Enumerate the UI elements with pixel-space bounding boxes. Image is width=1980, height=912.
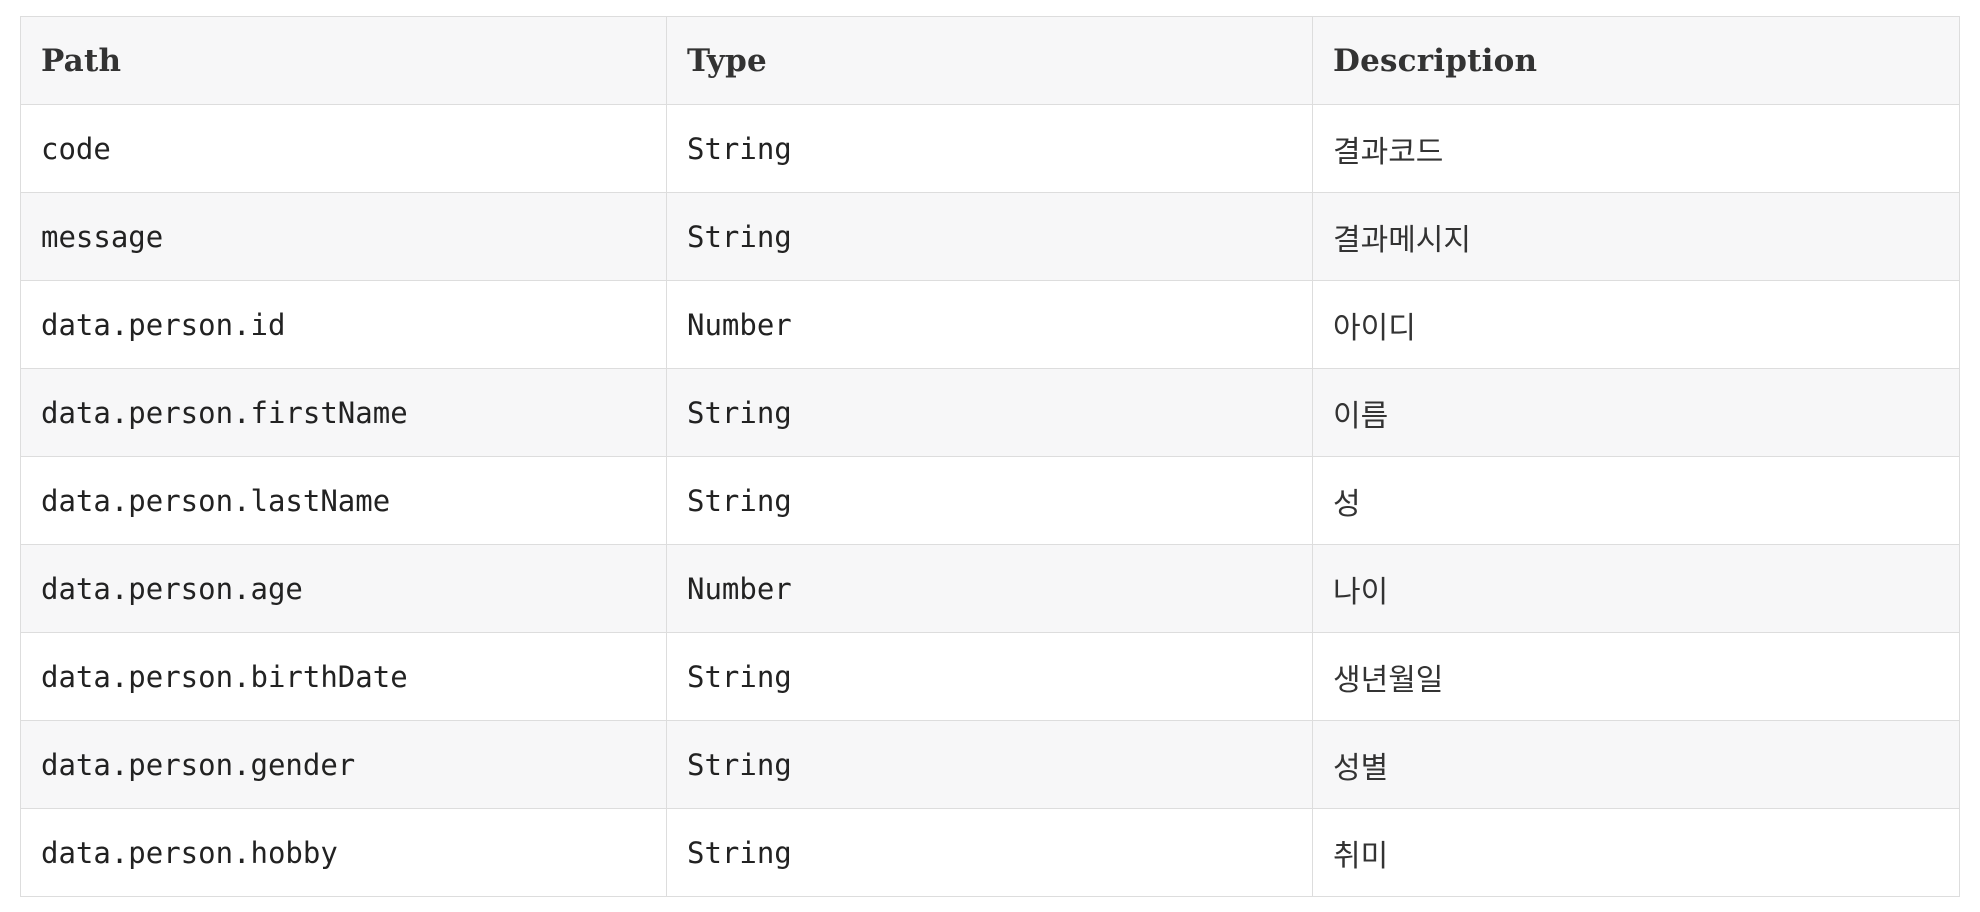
cell-type: String [666, 192, 1313, 281]
table-row: code String 결과코드 [20, 104, 1960, 193]
cell-description: 결과코드 [1312, 104, 1960, 193]
table-row: data.person.gender String 성별 [20, 720, 1960, 809]
header-path: Path [20, 16, 667, 105]
table-body: code String 결과코드 message String 결과메시지 da… [20, 104, 1960, 897]
cell-type: Number [666, 280, 1313, 369]
cell-path: data.person.firstName [20, 368, 667, 457]
table-row: data.person.age Number 나이 [20, 544, 1960, 633]
table-header: Path Type Description [20, 16, 1960, 105]
cell-path: data.person.lastName [20, 456, 667, 545]
header-row: Path Type Description [20, 16, 1960, 105]
cell-type: String [666, 368, 1313, 457]
cell-path: data.person.gender [20, 720, 667, 809]
cell-type: String [666, 104, 1313, 193]
cell-path: message [20, 192, 667, 281]
cell-path: code [20, 104, 667, 193]
cell-description: 취미 [1312, 808, 1960, 897]
cell-path: data.person.hobby [20, 808, 667, 897]
cell-description: 성 [1312, 456, 1960, 545]
cell-description: 성별 [1312, 720, 1960, 809]
cell-description: 아이디 [1312, 280, 1960, 369]
table-row: data.person.birthDate String 생년월일 [20, 632, 1960, 721]
cell-type: Number [666, 544, 1313, 633]
cell-description: 나이 [1312, 544, 1960, 633]
cell-type: String [666, 720, 1313, 809]
response-fields-table: Path Type Description code String 결과코드 m… [20, 16, 1960, 897]
cell-path: data.person.id [20, 280, 667, 369]
cell-description: 결과메시지 [1312, 192, 1960, 281]
table-row: data.person.lastName String 성 [20, 456, 1960, 545]
cell-path: data.person.age [20, 544, 667, 633]
cell-type: String [666, 456, 1313, 545]
cell-type: String [666, 632, 1313, 721]
cell-description: 이름 [1312, 368, 1960, 457]
cell-type: String [666, 808, 1313, 897]
table-row: message String 결과메시지 [20, 192, 1960, 281]
fields-table-container: Path Type Description code String 결과코드 m… [20, 16, 1960, 897]
table-row: data.person.firstName String 이름 [20, 368, 1960, 457]
table-row: data.person.id Number 아이디 [20, 280, 1960, 369]
cell-path: data.person.birthDate [20, 632, 667, 721]
header-type: Type [666, 16, 1313, 105]
header-description: Description [1312, 16, 1960, 105]
table-row: data.person.hobby String 취미 [20, 808, 1960, 897]
cell-description: 생년월일 [1312, 632, 1960, 721]
